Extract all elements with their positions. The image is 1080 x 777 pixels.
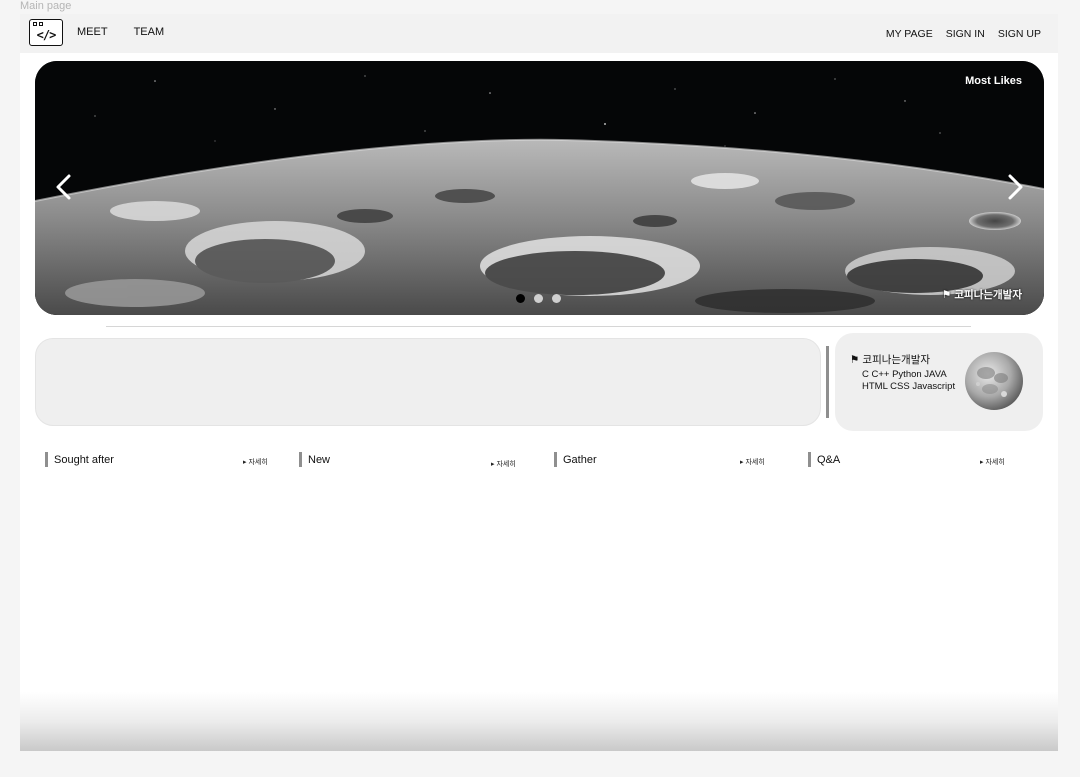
footer-fade — [20, 692, 1058, 751]
section-new: New — [299, 452, 330, 467]
profile-name-text: 코피나는개발자 — [862, 354, 931, 366]
nav-left: MEET TEAM — [77, 26, 164, 38]
nav-meet-link[interactable]: MEET — [77, 26, 108, 38]
section-sought-after: Sought after — [45, 452, 114, 467]
code-window-icon[interactable]: </> — [29, 19, 63, 46]
divider — [106, 326, 971, 327]
more-link-new[interactable]: ▸ 자세히 — [491, 459, 516, 469]
carousel-dots — [516, 294, 561, 303]
section-gather: Gather — [554, 452, 597, 467]
hero-author-name: 코피나는개발자 — [954, 289, 1022, 301]
carousel-dot-1[interactable] — [516, 294, 525, 303]
section-title: Q&A — [817, 453, 841, 466]
flag-icon: ⚑ — [850, 353, 860, 366]
carousel-dot-3[interactable] — [552, 294, 561, 303]
frame-label: Main page — [20, 0, 72, 12]
carousel-dot-2[interactable] — [534, 294, 543, 303]
section-qa: Q&A — [808, 452, 840, 467]
sign-up-link[interactable]: SIGN UP — [998, 28, 1041, 40]
hero-carousel[interactable]: Most Likes ⚑ 코피나는개발자 — [35, 61, 1044, 315]
moon-avatar — [965, 352, 1023, 410]
profile-card[interactable]: ⚑ 코피나는개발자 C C++ Python JAVA HTML CSS Jav… — [835, 333, 1043, 431]
more-link-gather[interactable]: ▸ 자세히 — [740, 457, 765, 467]
more-link-qa[interactable]: ▸ 자세히 — [980, 457, 1005, 467]
main-page: </> MEET TEAM MY PAGE SIGN IN SIGN UP Mo… — [20, 14, 1058, 751]
sign-in-link[interactable]: SIGN IN — [946, 28, 985, 40]
chevron-left-icon[interactable] — [53, 171, 77, 203]
profile-name: ⚑ 코피나는개발자 — [850, 352, 930, 367]
section-title: Gather — [563, 453, 597, 466]
more-link-sought-after[interactable]: ▸ 자세히 — [243, 457, 268, 467]
chevron-right-icon[interactable] — [1002, 171, 1026, 203]
info-panel — [35, 338, 821, 426]
vertical-separator — [826, 346, 829, 418]
my-page-link[interactable]: MY PAGE — [886, 28, 933, 40]
section-title: New — [308, 453, 331, 466]
profile-skills: C C++ Python JAVA HTML CSS Javascript — [862, 369, 956, 392]
hero-author[interactable]: ⚑ 코피나는개발자 — [942, 287, 1022, 302]
moon-surface-image — [35, 61, 1044, 315]
nav-right: MY PAGE SIGN IN SIGN UP — [886, 28, 1041, 40]
top-nav: </> MEET TEAM MY PAGE SIGN IN SIGN UP — [20, 14, 1058, 53]
section-title: Sought after — [54, 453, 114, 466]
flag-icon: ⚑ — [941, 288, 952, 301]
nav-team-link[interactable]: TEAM — [134, 26, 165, 38]
most-likes-badge: Most Likes — [965, 75, 1022, 87]
